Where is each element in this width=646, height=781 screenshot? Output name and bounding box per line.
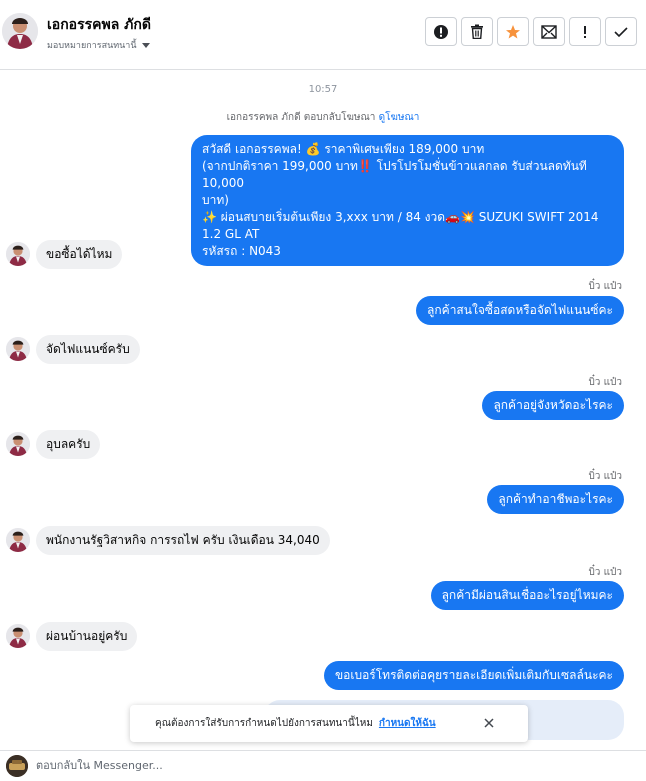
exclamation-icon bbox=[584, 25, 586, 38]
ad-reply-note: เอกอรรคพล ภักดี ตอบกลับโฆษณา ดูโฆษณา bbox=[0, 110, 646, 125]
exclamation-button[interactable] bbox=[569, 17, 601, 46]
contact-avatar-small bbox=[6, 337, 30, 361]
alert-circle-icon bbox=[434, 24, 448, 39]
assign-conversation-dropdown[interactable]: มอบหมายการสนทนานี้ bbox=[47, 38, 150, 52]
mark-done-button[interactable] bbox=[605, 17, 637, 46]
page-avatar bbox=[6, 755, 28, 777]
assign-prompt-toast: คุณต้องการใส่รับการกำหนดไปยังการสนทนานี้… bbox=[130, 705, 528, 742]
reply-input[interactable] bbox=[36, 759, 626, 772]
outgoing-message: ลูกค้าอยู่จังหวัดอะไรคะ bbox=[482, 391, 624, 420]
incoming-message: ขอซื้อได้ไหม bbox=[36, 240, 123, 269]
contact-name: เอกอรรคพล ภักดี bbox=[47, 17, 151, 33]
star-icon bbox=[506, 24, 520, 38]
trash-icon bbox=[471, 24, 483, 39]
ad-reply-text: เอกอรรคพล ภักดี ตอบกลับโฆษณา bbox=[226, 112, 376, 123]
incoming-message: จัดไฟแนนซ์ครับ bbox=[36, 335, 140, 364]
contact-avatar[interactable] bbox=[2, 13, 38, 49]
header-actions bbox=[425, 17, 637, 46]
sender-name: บิ๋ว แป๋ว bbox=[588, 281, 622, 292]
sender-name: บิ๋ว แป๋ว bbox=[588, 567, 622, 578]
incoming-message: พนักงานรัฐวิสาหกิจ การรถไฟ ครับ เงินเดือ… bbox=[36, 526, 330, 555]
outgoing-message: ลูกค้ามีผ่อนสินเชื่ออะไรอยู่ไหมคะ bbox=[430, 581, 624, 610]
sender-name: บิ๋ว แป๋ว bbox=[588, 471, 622, 482]
view-ad-link[interactable]: ดูโฆษณา bbox=[379, 112, 420, 123]
close-icon[interactable] bbox=[482, 716, 496, 730]
outgoing-message: ลูกค้าสนใจซื้อสดหรือจัดไฟแนนซ์คะ bbox=[416, 296, 624, 325]
sender-name: บิ๋ว แป๋ว bbox=[588, 377, 622, 388]
outgoing-message: ขอเบอร์โทรติดต่อคุยรายละเอียดเพิ่มเติมกั… bbox=[323, 661, 624, 690]
outgoing-message: ลูกค้าทำอาชีพอะไรคะ bbox=[487, 485, 624, 514]
star-button[interactable] bbox=[497, 17, 529, 46]
caret-down-icon bbox=[141, 42, 150, 48]
intro-message-bubble: สวัสดี เอกอรรคพล! 💰 ราคาพิเศษเพียง 189,0… bbox=[191, 135, 624, 266]
envelope-icon bbox=[541, 24, 557, 39]
reply-bar bbox=[0, 750, 646, 781]
contact-avatar-small bbox=[6, 528, 30, 552]
assign-label: มอบหมายการสนทนานี้ bbox=[47, 41, 137, 51]
mark-spam-button[interactable] bbox=[425, 17, 457, 46]
contact-avatar-small bbox=[6, 432, 30, 456]
mark-unread-button[interactable] bbox=[533, 17, 565, 46]
contact-avatar-small bbox=[6, 624, 30, 648]
incoming-message: ผ่อนบ้านอยู่ครับ bbox=[36, 622, 138, 651]
delete-button[interactable] bbox=[461, 17, 493, 46]
timestamp: 10:57 bbox=[308, 84, 338, 95]
message-thread[interactable]: 10:57 เอกอรรคพล ภักดี ตอบกลับโฆษณา ดูโฆษ… bbox=[0, 70, 646, 750]
assign-prompt-text: คุณต้องการใส่รับการกำหนดไปยังการสนทนานี้… bbox=[155, 718, 373, 729]
incoming-message: อุบลครับ bbox=[36, 430, 101, 459]
checkmark-icon bbox=[614, 26, 628, 37]
assign-to-me-link[interactable]: กำหนดให้ฉัน bbox=[379, 716, 436, 731]
contact-avatar-small bbox=[6, 242, 30, 266]
conversation-header: เอกอรรคพล ภักดี มอบหมายการสนทนานี้ bbox=[0, 0, 646, 70]
